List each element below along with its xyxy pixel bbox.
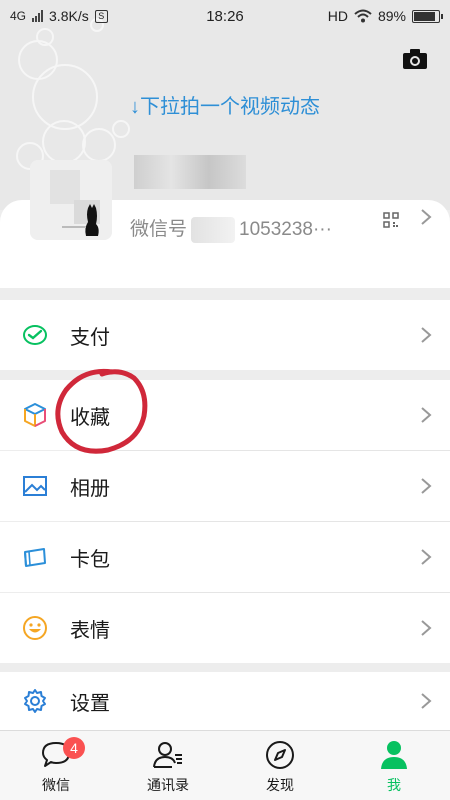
qr-code-icon[interactable] (383, 212, 399, 228)
chevron-right-icon (421, 478, 432, 494)
menu-label-album: 相册 (70, 477, 110, 500)
camera-icon[interactable] (402, 48, 428, 70)
nickname-redacted (134, 155, 246, 189)
avatar[interactable] (30, 160, 112, 240)
chevron-right-icon (421, 693, 432, 709)
tab-me[interactable]: 我 (338, 731, 450, 800)
bottom-nav: 4 微信 通讯录 发现 我 (0, 730, 450, 800)
compass-icon (266, 741, 294, 769)
contacts-icon (153, 742, 182, 768)
pull-down-hint: ↓下拉拍一个视频动态 (130, 96, 320, 118)
sticker-face-icon (23, 616, 47, 640)
chevron-right-icon (421, 549, 432, 565)
status-bar: 4G 3.8K/s S 18:26 HD 89% (0, 0, 450, 32)
menu-item-stickers[interactable]: 表情 (0, 593, 450, 663)
menu-label-settings: 设置 (70, 692, 110, 715)
card-wallet-icon (24, 548, 46, 567)
tab-contacts[interactable]: 通讯录 (112, 731, 224, 800)
tab-label-me: 我 (387, 777, 401, 793)
id-redacted (191, 216, 236, 243)
tab-discover[interactable]: 发现 (224, 731, 336, 800)
wechat-id: 微信号 1053238··· (130, 214, 332, 243)
unread-badge: 4 (63, 737, 85, 759)
clock: 18:26 (206, 7, 244, 25)
gear-icon (24, 689, 46, 713)
chevron-right-icon (421, 407, 432, 423)
chevron-right-icon[interactable] (419, 208, 433, 226)
menu-item-album[interactable]: 相册 (0, 451, 450, 521)
wechat-id-value: 1053238··· (239, 219, 332, 240)
favorites-cube-icon (24, 403, 46, 427)
menu-label-cards: 卡包 (70, 548, 110, 571)
menu-label-pay: 支付 (70, 326, 110, 349)
tab-label-chats: 微信 (42, 777, 70, 793)
tab-label-contacts: 通讯录 (147, 777, 189, 793)
menu-label-stickers: 表情 (70, 619, 110, 642)
red-annotation-circle (55, 368, 148, 454)
album-icon (23, 476, 47, 496)
chevron-right-icon (421, 620, 432, 636)
chevron-right-icon (421, 327, 432, 343)
tab-chats[interactable]: 4 微信 (0, 731, 112, 800)
decor-bubble (42, 120, 86, 164)
cat-silhouette (85, 204, 99, 236)
menu-item-cards[interactable]: 卡包 (0, 522, 450, 592)
pay-icon (23, 325, 47, 345)
tab-label-discover: 发现 (266, 777, 294, 793)
menu-item-pay[interactable]: 支付 (0, 300, 450, 370)
menu-item-settings[interactable]: 设置 (0, 672, 450, 730)
wechat-id-prefix: 微信号 (130, 219, 188, 240)
decor-bubble (82, 128, 116, 162)
person-icon (381, 741, 407, 769)
battery-icon (412, 9, 443, 23)
decor-bubble (112, 120, 130, 138)
